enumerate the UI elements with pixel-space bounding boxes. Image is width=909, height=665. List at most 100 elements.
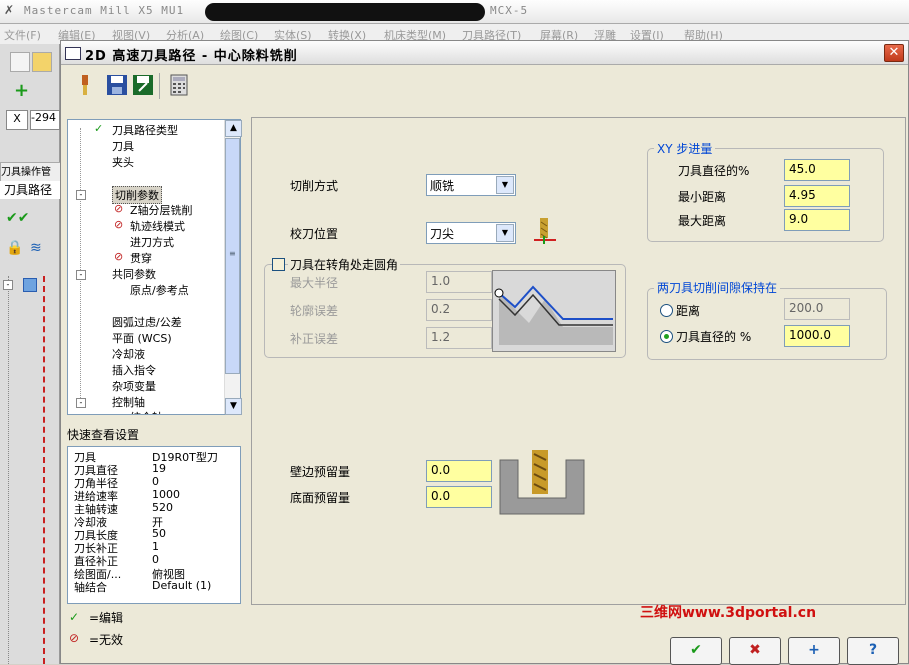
- tree-item-coolant[interactable]: 冷却液: [112, 346, 145, 362]
- min-dist-label: 最小距离: [678, 190, 727, 204]
- max-radius-label: 最大半径: [290, 276, 339, 290]
- ops-manager-tab[interactable]: 刀具操作管: [0, 162, 62, 182]
- ok-button[interactable]: ✔: [670, 637, 722, 665]
- quick-value: 19: [152, 462, 166, 475]
- max-radius-input[interactable]: 1.0: [426, 271, 492, 293]
- new-file-icon[interactable]: [10, 52, 30, 72]
- ops-expander[interactable]: -: [3, 280, 13, 290]
- wall-stock-label: 壁边预留量: [290, 465, 351, 479]
- tree-item-depth-cuts[interactable]: Z轴分层铣削: [130, 202, 193, 218]
- app-left-panel: + X -294 刀具操作管 刀具路径 ✔✔ 🔒 ≋ -: [0, 44, 62, 664]
- app-title: Mastercam Mill X5 MU1: [24, 4, 185, 17]
- min-dist-input[interactable]: 4.95: [784, 185, 850, 207]
- calculator-icon[interactable]: [167, 73, 191, 97]
- compensation-label: 校刀位置: [290, 227, 339, 241]
- open-file-icon[interactable]: [32, 52, 52, 72]
- save-icon[interactable]: [105, 73, 129, 97]
- select-all-icon[interactable]: ✔✔: [6, 210, 29, 226]
- gap-distance-radio[interactable]: [660, 304, 673, 317]
- cut-method-select[interactable]: 顺铣 ▼: [426, 174, 516, 196]
- tree-scrollbar[interactable]: ▲ ≡ ▼: [224, 120, 242, 415]
- gap-dist-input[interactable]: 200.0: [784, 298, 850, 320]
- save-as-icon[interactable]: [131, 73, 155, 97]
- tree-item-arc-filter[interactable]: 圆弧过虑/公差: [112, 314, 182, 330]
- menu-file[interactable]: 文件(F): [4, 27, 41, 43]
- tree-guide-line: [80, 128, 81, 408]
- stock-preview: [496, 450, 588, 516]
- dialog-toolbar: [67, 69, 207, 103]
- tree-item-axis-combination[interactable]: 统合轴: [130, 409, 163, 414]
- tree-item-toolpath-type[interactable]: 刀具路径类型: [112, 122, 178, 138]
- window-icon: [65, 47, 81, 60]
- tree-item-tool[interactable]: 刀具: [112, 138, 134, 154]
- corner-round-checkbox[interactable]: [272, 258, 285, 271]
- toolbar-divider: [159, 73, 160, 99]
- max-dist-input[interactable]: 9.0: [784, 209, 850, 231]
- gap-dist-label: 距离: [676, 304, 701, 318]
- tool-tip-icon: [534, 218, 556, 244]
- help-button[interactable]: ?: [847, 637, 899, 665]
- chevron-down-icon[interactable]: ▼: [496, 176, 514, 194]
- tree-collapse-cut-params[interactable]: -: [76, 190, 86, 200]
- floor-stock-input[interactable]: 0.0: [426, 486, 492, 508]
- apply-button[interactable]: +: [788, 637, 840, 665]
- machine-group-icon[interactable]: [23, 278, 37, 292]
- contour-tol-label: 轮廓误差: [290, 304, 339, 318]
- scroll-up-button[interactable]: ▲: [225, 120, 242, 137]
- gap-pct-input[interactable]: 1000.0: [784, 325, 850, 347]
- tree-item-holder[interactable]: 夹头: [112, 154, 134, 170]
- tree-item-entry[interactable]: 进刀方式: [130, 234, 174, 250]
- invalid-icon: ⊘: [114, 250, 124, 263]
- invalid-icon: ⊘: [114, 218, 124, 231]
- check-icon: ✓: [94, 122, 104, 135]
- coord-x-input[interactable]: -294: [30, 110, 60, 130]
- tool-bit-icon[interactable]: [73, 73, 97, 97]
- tree-collapse-axis-control[interactable]: -: [76, 398, 86, 408]
- tree-item-home-ref[interactable]: 原点/参考点: [130, 282, 189, 298]
- offset-tol-label: 补正误差: [290, 332, 339, 346]
- tree-item-axis-control[interactable]: 控制轴: [112, 394, 145, 410]
- legend-invalid: =无效: [89, 633, 124, 647]
- scroll-thumb[interactable]: ≡: [225, 138, 240, 374]
- floor-stock-label: 底面预留量: [290, 491, 351, 505]
- quick-value: 0: [152, 475, 159, 488]
- lock-icon[interactable]: 🔒: [6, 240, 23, 256]
- tree-item-trochoidal[interactable]: 轨迹线模式: [130, 218, 185, 234]
- wall-stock-input[interactable]: 0.0: [426, 460, 492, 482]
- invalid-icon: ⊘: [69, 631, 80, 645]
- max-dist-label: 最大距离: [678, 214, 727, 228]
- contour-tol-input[interactable]: 0.2: [426, 299, 492, 321]
- scroll-down-button[interactable]: ▼: [225, 398, 242, 415]
- cut-parameters-panel: 切削方式 顺铣 ▼ 校刀位置 刀尖 ▼ 刀具在转角处走圆角 最大半径 1.0 轮…: [251, 117, 906, 605]
- tree-collapse-common-params[interactable]: -: [76, 270, 86, 280]
- gap-pct-label: 刀具直径的 %: [676, 330, 752, 344]
- tool-dia-pct-input[interactable]: 45.0: [784, 159, 850, 181]
- tree-item-break-through[interactable]: 贯穿: [130, 250, 152, 266]
- tree-item-common-params[interactable]: 共同参数: [112, 266, 156, 282]
- quick-value: 1000: [152, 488, 180, 501]
- offset-tol-input[interactable]: 1.2: [426, 327, 492, 349]
- grip-icon: ≡: [229, 249, 236, 258]
- chevron-down-icon[interactable]: ▼: [496, 224, 514, 242]
- quick-value: Default (1): [152, 579, 212, 592]
- app-version: MCX-5: [490, 4, 529, 17]
- tree-item-canned-text[interactable]: 插入指令: [112, 362, 156, 378]
- dialog-title-bar: 2D 高速刀具路径 - 中心除料铣削 ✕: [61, 41, 908, 65]
- tree-item-planes[interactable]: 平面 (WCS): [112, 330, 172, 346]
- gap-group: [647, 288, 887, 360]
- edit-check-icon: ✓: [69, 610, 80, 624]
- gap-pct-radio[interactable]: [660, 330, 673, 343]
- cancel-button[interactable]: ✖: [729, 637, 781, 665]
- close-button[interactable]: ✕: [884, 44, 904, 62]
- redacted-area: [205, 3, 485, 21]
- cut-method-value: 顺铣: [430, 179, 455, 193]
- quick-view-title: 快速查看设置: [67, 428, 140, 442]
- cut-method-label: 切削方式: [290, 179, 339, 193]
- dialog-title: 2D 高速刀具路径 - 中心除料铣削: [85, 49, 298, 64]
- toolpath-wave-icon[interactable]: ≋: [30, 240, 42, 256]
- add-icon[interactable]: +: [14, 80, 29, 101]
- compensation-value: 刀尖: [430, 227, 455, 241]
- tree-item-misc-values[interactable]: 杂项变量: [112, 378, 156, 394]
- mastercam-logo-icon: ✗: [4, 3, 15, 17]
- compensation-select[interactable]: 刀尖 ▼: [426, 222, 516, 244]
